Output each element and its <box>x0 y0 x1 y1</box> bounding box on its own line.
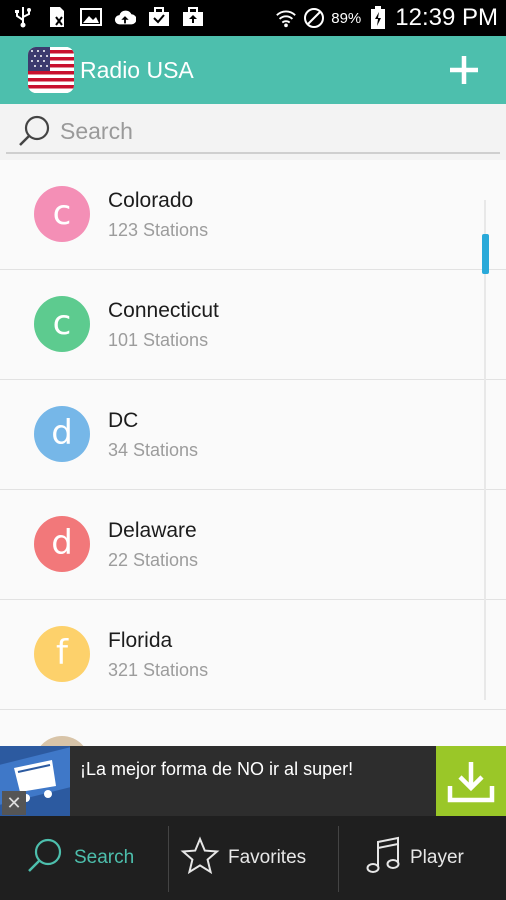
battery-percent: 89% <box>331 9 362 27</box>
state-name: Connecticut <box>108 299 219 322</box>
search-underline <box>6 152 500 154</box>
state-name: Delaware <box>108 519 197 542</box>
download-icon <box>447 762 495 803</box>
state-name: Colorado <box>108 189 194 212</box>
bottom-navigation: Search Favorites Player <box>0 816 506 900</box>
list-item[interactable]: c Connecticut 101 Stations <box>0 270 506 380</box>
list-item[interactable] <box>0 710 506 746</box>
search-icon <box>26 836 66 881</box>
station-count: 321 Stations <box>108 660 209 680</box>
list-item[interactable]: c Colorado 123 Stations <box>0 160 506 270</box>
status-bar: 89% 12:39 PM <box>0 0 506 36</box>
avatar: d <box>34 516 90 572</box>
station-count: 123 Stations <box>108 220 209 240</box>
app-bar: Radio USA <box>0 36 506 104</box>
dnd-icon <box>303 7 325 29</box>
search-input[interactable] <box>60 116 480 146</box>
cloud-upload-icon <box>114 6 136 28</box>
ad-text: ¡La mejor forma de NO ir al super! <box>80 759 354 779</box>
station-count: 22 Stations <box>108 550 199 570</box>
avatar: d <box>34 406 90 462</box>
plus-icon <box>450 56 478 84</box>
nav-divider <box>168 826 169 892</box>
music-note-icon <box>366 836 402 881</box>
state-list: c Colorado 123 Stations c Connecticut 10… <box>0 160 506 746</box>
station-count: 101 Stations <box>108 330 209 350</box>
ad-download-button[interactable] <box>436 746 506 816</box>
nav-favorites-tab[interactable]: Favorites <box>180 816 306 900</box>
nav-player-tab[interactable]: Player <box>366 816 464 900</box>
battery-icon <box>367 6 389 29</box>
station-count: 34 Stations <box>108 440 199 460</box>
avatar: f <box>34 626 90 682</box>
scrollbar[interactable] <box>482 234 489 274</box>
app-title: Radio USA <box>80 57 194 83</box>
add-button[interactable] <box>444 50 484 90</box>
state-name: Florida <box>108 629 173 652</box>
clock: 12:39 PM <box>395 4 498 31</box>
usb-icon <box>12 6 34 28</box>
list-item[interactable]: f Florida 321 Stations <box>0 600 506 710</box>
nav-search-label: Search <box>74 847 135 868</box>
scroll-track <box>484 200 486 700</box>
list-item[interactable]: d DC 34 Stations <box>0 380 506 490</box>
notification-icons <box>12 6 204 28</box>
state-name: DC <box>108 409 139 432</box>
usa-flag-icon <box>28 47 74 93</box>
avatar: c <box>34 296 90 352</box>
avatar: c <box>34 186 90 242</box>
nav-favorites-label: Favorites <box>228 847 307 868</box>
search-icon <box>16 113 54 151</box>
nav-search-tab[interactable]: Search <box>26 816 134 900</box>
sim-icon <box>46 6 68 28</box>
list-item[interactable]: d Delaware 22 Stations <box>0 490 506 600</box>
avatar <box>34 736 90 746</box>
nav-player-label: Player <box>410 847 464 868</box>
wifi-icon <box>275 7 297 29</box>
briefcase-icon <box>148 6 170 28</box>
ad-close-button[interactable]: ✕ <box>2 791 26 815</box>
nav-divider <box>338 826 339 892</box>
image-icon <box>80 6 102 28</box>
search-bar <box>0 104 506 160</box>
system-status: 89% 12:39 PM <box>275 4 498 32</box>
ad-banner[interactable]: ✕ ¡La mejor forma de NO ir al super! <box>0 746 506 816</box>
star-icon <box>180 835 220 881</box>
briefcase-upload-icon <box>182 6 204 28</box>
